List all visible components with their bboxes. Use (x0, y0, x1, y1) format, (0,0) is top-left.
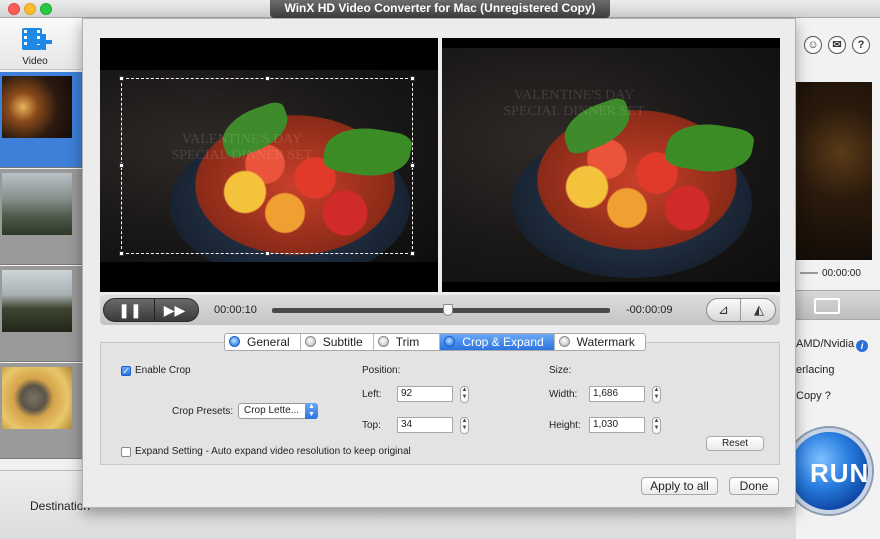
height-input[interactable]: 1,030 (589, 417, 645, 433)
remaining-time: -00:00:09 (626, 304, 673, 316)
apply-to-all-button[interactable]: Apply to all (641, 477, 718, 495)
run-button[interactable]: RUN (786, 428, 872, 514)
expand-setting-checkbox[interactable] (121, 447, 131, 457)
deinterlacing-label: erlacing (796, 364, 835, 376)
video-thumbnail (2, 76, 72, 138)
video-list-item[interactable] (0, 266, 82, 362)
height-stepper[interactable]: ▲ ▼ (652, 417, 661, 434)
rotate-icon[interactable]: ⊿ (707, 299, 741, 321)
hw-accel-label: AMD/Nvidia (796, 338, 855, 350)
seek-knob[interactable] (442, 304, 453, 316)
video-thumbnail (2, 173, 72, 235)
crop-handle[interactable] (410, 76, 415, 81)
video-label: Video (22, 56, 48, 67)
width-label: Width: (549, 389, 578, 400)
width-stepper[interactable]: ▲ ▼ (652, 386, 661, 403)
position-label: Position: (362, 365, 401, 376)
height-label: Height: (549, 420, 581, 431)
left-label: Left: (362, 389, 382, 400)
current-time: 00:00:10 (214, 304, 257, 316)
radio-icon (229, 336, 240, 347)
copy-label: Copy ? (796, 390, 831, 402)
seek-slider[interactable] (272, 304, 610, 316)
preview-time: 00:00:00 (822, 268, 861, 279)
radio-icon (304, 336, 316, 347)
crop-handle[interactable] (265, 251, 270, 256)
width-input[interactable]: 1,686 (589, 386, 645, 402)
top-stepper[interactable]: ▲ ▼ (460, 417, 469, 434)
fast-forward-button[interactable]: ▶▶ (154, 299, 194, 321)
crop-handle[interactable] (410, 163, 415, 168)
crop-handle[interactable] (119, 76, 124, 81)
tab-watermark[interactable]: Watermark (555, 334, 645, 350)
settings-tabs: General Subtitle Trim Crop & Expand Wate… (224, 333, 646, 351)
email-icon[interactable]: ✉ (828, 36, 846, 54)
output-video-preview: VALENTINE'S DAY SPECIAL DINNER SET (442, 38, 780, 292)
close-window-button[interactable] (8, 3, 20, 15)
pause-button[interactable]: ❚❚ (110, 299, 150, 321)
video-list-item[interactable] (0, 169, 82, 265)
info-icon[interactable]: i (856, 340, 868, 352)
playback-controls: ❚❚ ▶▶ (103, 298, 199, 322)
folder-icon (814, 298, 840, 314)
preview-slider[interactable] (800, 272, 818, 274)
account-icon[interactable]: ☺ (804, 36, 822, 54)
tab-crop-expand[interactable]: Crop & Expand (440, 334, 555, 350)
window-title: WinX HD Video Converter for Mac (Unregis… (270, 0, 610, 18)
title-bar: WinX HD Video Converter for Mac (Unregis… (0, 0, 880, 18)
radio-icon (377, 336, 389, 347)
top-label: Top: (362, 420, 381, 431)
enable-crop-label: Enable Crop (135, 365, 191, 376)
output-preview (796, 82, 872, 260)
crop-settings-panel: ✓ Enable Crop Crop Presets: Crop Lette..… (100, 342, 780, 465)
radio-icon (444, 336, 456, 347)
crop-handle[interactable] (119, 163, 124, 168)
left-input[interactable]: 92 (397, 386, 453, 402)
tab-general[interactable]: General (225, 334, 301, 350)
run-label: RUN (810, 458, 870, 488)
reset-button[interactable]: Reset (706, 436, 764, 451)
right-panel: ☺ ✉ ? 00:00:00 AMD/Nvidia i erlacing Cop… (786, 18, 880, 539)
zoom-window-button[interactable] (40, 3, 52, 15)
crop-handle[interactable] (119, 251, 124, 256)
left-stepper[interactable]: ▲ ▼ (460, 386, 469, 403)
expand-setting-label: Expand Setting - Auto expand video resol… (135, 446, 411, 457)
crop-selection[interactable] (119, 76, 415, 256)
size-label: Size: (549, 365, 572, 376)
tab-subtitle[interactable]: Subtitle (301, 334, 374, 350)
radio-icon (558, 336, 570, 347)
flip-controls: ⊿ ◭ (706, 298, 776, 322)
minimize-window-button[interactable] (24, 3, 36, 15)
video-watermark: VALENTINE'S DAY SPECIAL DINNER SET (503, 88, 645, 119)
add-video-icon (22, 28, 52, 50)
crop-presets-label: Crop Presets: (172, 406, 234, 417)
crop-handle[interactable] (265, 76, 270, 81)
video-list-item[interactable] (0, 72, 82, 168)
playback-bar: ❚❚ ▶▶ 00:00:10 -00:00:09 ⊿ ◭ (100, 295, 780, 325)
video-thumbnail (2, 367, 72, 429)
chevron-up-down-icon: ▲ ▼ (305, 403, 318, 419)
done-button[interactable]: Done (729, 477, 779, 495)
flip-icon[interactable]: ◭ (742, 299, 776, 321)
top-input[interactable]: 34 (397, 417, 453, 433)
crop-presets-select[interactable]: Crop Lette... ▲ ▼ (238, 403, 318, 419)
tab-trim[interactable]: Trim (374, 334, 441, 350)
crop-handle[interactable] (410, 251, 415, 256)
add-video-button[interactable]: Video (0, 18, 82, 70)
help-icon[interactable]: ? (852, 36, 870, 54)
video-list-item[interactable] (0, 363, 82, 459)
video-thumbnail (2, 270, 72, 332)
enable-crop-checkbox[interactable]: ✓ (121, 366, 131, 376)
edit-dialog: VALENTINE'S DAY SPECIAL DINNER SET VALEN… (82, 18, 796, 508)
folder-bar[interactable] (796, 290, 880, 320)
crop-preset-value: Crop Lette... (244, 405, 300, 416)
sidebar: Video (0, 18, 82, 539)
source-preview: VALENTINE'S DAY SPECIAL DINNER SET (100, 38, 438, 292)
